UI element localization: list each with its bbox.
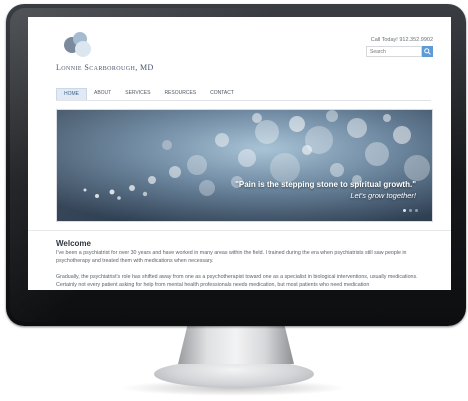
welcome-paragraph-1: I've been a psychiatrist for over 30 yea… [56, 250, 407, 264]
monitor-stand-base [154, 360, 314, 388]
slider-dots [403, 209, 418, 212]
search-button[interactable] [422, 46, 433, 57]
logo-text[interactable]: Lonnie Scarborough, MD [56, 63, 154, 72]
nav-resources[interactable]: RESOURCES [157, 88, 203, 99]
nav-about[interactable]: ABOUT [87, 88, 118, 99]
welcome-paragraph-2: Gradually, the psychiatrist's role has s… [56, 274, 418, 288]
slider-dot-1[interactable] [403, 209, 406, 212]
website-screen: Lonnie Scarborough, MD Call Today! 912.3… [28, 17, 451, 290]
welcome-heading: Welcome [56, 239, 91, 248]
bokeh-background [57, 110, 432, 221]
nav-contact[interactable]: CONTACT [203, 88, 241, 99]
search-bar [366, 46, 433, 57]
nav-home[interactable]: HOME [56, 88, 87, 100]
hero-banner: "Pain is the stepping stone to spiritual… [56, 109, 433, 222]
nav-services[interactable]: SERVICES [118, 88, 157, 99]
hero-quote: "Pain is the stepping stone to spiritual… [235, 180, 416, 189]
site-header: Lonnie Scarborough, MD Call Today! 912.3… [28, 17, 451, 75]
monitor-bezel: Lonnie Scarborough, MD Call Today! 912.3… [6, 4, 466, 326]
logo-icon[interactable] [64, 32, 96, 58]
content-divider [28, 230, 451, 231]
slider-dot-3[interactable] [415, 209, 418, 212]
search-input[interactable] [366, 46, 422, 57]
call-today-text: Call Today! 912.352.9902 [370, 37, 433, 43]
main-nav: HOME ABOUT SERVICES RESOURCES CONTACT [56, 88, 431, 101]
hero-subtitle: Let's grow together! [350, 191, 416, 200]
monitor-stand-neck [178, 326, 294, 364]
search-icon [424, 48, 431, 55]
slider-dot-2[interactable] [409, 209, 412, 212]
